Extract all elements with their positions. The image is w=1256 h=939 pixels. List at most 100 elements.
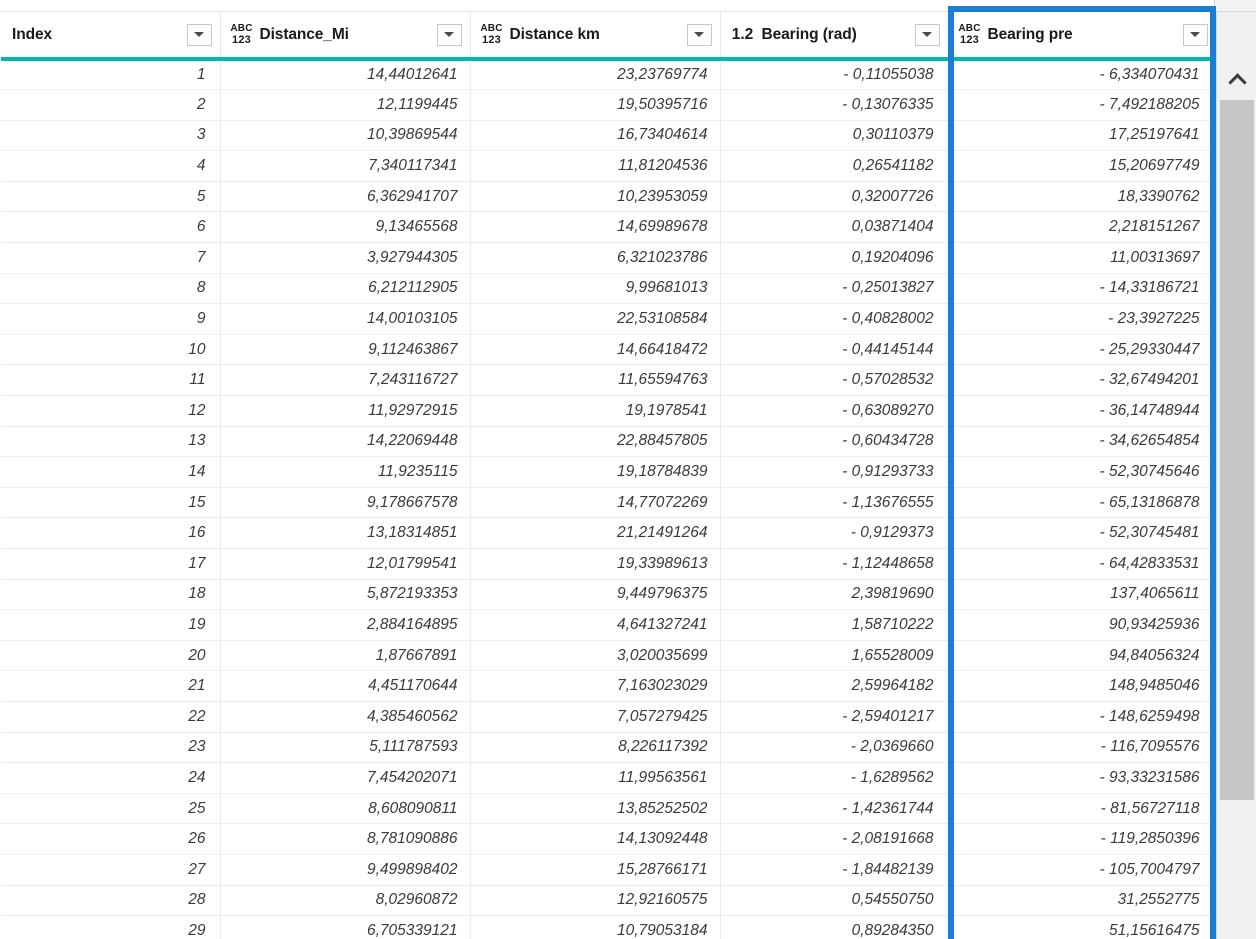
cell-distance_km[interactable]: 21,21491264 xyxy=(470,517,721,549)
table-row[interactable]: 17 12,01799541 19,33989613- 1,12448658- 64… xyxy=(0,548,1216,580)
cell-bearing_rad[interactable]: - 0,91293733 xyxy=(720,456,949,488)
cell-bearing_pre[interactable]: - 52,30745646 xyxy=(948,456,1216,488)
cell-bearing_pre[interactable]: 51,15616475 xyxy=(948,915,1216,939)
cell-bearing_rad[interactable]: 0,54550750 xyxy=(720,885,949,917)
cell-distance_km[interactable]: 22,53108584 xyxy=(470,303,721,335)
cell-index[interactable]: 28 xyxy=(0,885,221,917)
cell-index[interactable]: 25 xyxy=(0,793,221,825)
cell-bearing_rad[interactable]: - 0,40828002 xyxy=(720,303,949,335)
table-row[interactable]: 20 1,87667891 3,020035699 1,65528009 94,8405… xyxy=(0,640,1216,672)
cell-distance_mi[interactable]: 10,39869544 xyxy=(220,120,471,152)
cell-bearing_rad[interactable]: 1,65528009 xyxy=(720,640,949,672)
cell-bearing_rad[interactable]: - 0,63089270 xyxy=(720,395,949,427)
table-row[interactable]: 23 5,111787593 8,226117392- 2,0369660- 116… xyxy=(0,732,1216,764)
cell-bearing_rad[interactable]: - 0,60434728 xyxy=(720,426,949,458)
cell-distance_mi[interactable]: 13,18314851 xyxy=(220,517,471,549)
cell-distance_mi[interactable]: 3,927944305 xyxy=(220,242,471,274)
cell-index[interactable]: 11 xyxy=(0,364,221,397)
cell-distance_mi[interactable]: 9,112463867 xyxy=(220,334,471,366)
cell-bearing_pre[interactable]: - 14,33186721 xyxy=(948,273,1216,305)
table-row[interactable]: 9 14,00103105 22,53108584- 0,40828002- 23,… xyxy=(0,303,1216,335)
cell-distance_mi[interactable]: 5,111787593 xyxy=(220,732,471,764)
cell-bearing_pre[interactable]: - 81,56727118 xyxy=(948,793,1216,825)
cell-bearing_pre[interactable]: 18,3390762 xyxy=(948,181,1216,213)
cell-bearing_rad[interactable]: - 0,25013827 xyxy=(720,273,949,305)
cell-index[interactable]: 29 xyxy=(0,915,221,939)
cell-index[interactable]: 27 xyxy=(0,854,221,886)
cell-distance_mi[interactable]: 12,01799541 xyxy=(220,548,471,580)
cell-distance_km[interactable]: 7,057279425 xyxy=(470,701,721,733)
column-header-index[interactable]: Index xyxy=(0,12,221,61)
cell-bearing_pre[interactable]: 31,2552775 xyxy=(948,885,1216,917)
table-row[interactable]: 27 9,499898402 15,28766171- 1,84482139- 10… xyxy=(0,854,1216,886)
table-row[interactable]: 5 6,362941707 10,23953059 0,32007726 18,3390… xyxy=(0,181,1216,213)
cell-bearing_pre[interactable]: - 105,7004797 xyxy=(948,854,1216,886)
cell-distance_mi[interactable]: 4,451170644 xyxy=(220,670,471,702)
cell-distance_mi[interactable]: 11,92972915 xyxy=(220,395,471,427)
scroll-up-button[interactable] xyxy=(1217,60,1256,100)
cell-index[interactable]: 5 xyxy=(0,181,221,213)
cell-distance_mi[interactable]: 9,178667578 xyxy=(220,487,471,519)
filter-dropdown-button-bearing_rad[interactable] xyxy=(914,23,940,46)
cell-distance_km[interactable]: 19,33989613 xyxy=(470,548,721,580)
cell-bearing_pre[interactable]: - 6,334070431 xyxy=(948,59,1216,91)
cell-distance_mi[interactable]: 1,87667891 xyxy=(220,640,471,672)
cell-bearing_pre[interactable]: 137,4065611 xyxy=(948,579,1216,611)
cell-index[interactable]: 23 xyxy=(0,732,221,764)
cell-index[interactable]: 7 xyxy=(0,242,221,274)
cell-index[interactable]: 21 xyxy=(0,670,221,702)
cell-bearing_pre[interactable]: - 148,6259498 xyxy=(948,701,1216,733)
table-row[interactable]: 14 11,9235115 19,18784839- 0,91293733- 52,… xyxy=(0,456,1216,488)
cell-distance_km[interactable]: 14,69989678 xyxy=(470,211,721,244)
cell-bearing_pre[interactable]: 90,93425936 xyxy=(948,609,1216,641)
cell-index[interactable]: 1 xyxy=(0,59,221,91)
cell-index[interactable]: 4 xyxy=(0,150,221,182)
cell-distance_km[interactable]: 14,66418472 xyxy=(470,334,721,366)
vertical-scrollbar[interactable] xyxy=(1216,12,1256,939)
cell-distance_km[interactable]: 7,163023029 xyxy=(470,670,721,702)
cell-bearing_rad[interactable]: 2,39819690 xyxy=(720,579,949,611)
cell-index[interactable]: 2 xyxy=(0,89,221,121)
cell-distance_km[interactable]: 9,99681013 xyxy=(470,273,721,305)
cell-index[interactable]: 17 xyxy=(0,548,221,580)
cell-bearing_pre[interactable]: - 32,67494201 xyxy=(948,364,1216,397)
cell-distance_km[interactable]: 11,65594763 xyxy=(470,364,721,397)
cell-index[interactable]: 24 xyxy=(0,762,221,794)
cell-bearing_pre[interactable]: 17,25197641 xyxy=(948,120,1216,152)
column-header-bearing_pre[interactable]: ABC 123 Bearing pre xyxy=(948,12,1216,61)
cell-bearing_pre[interactable]: - 116,7095576 xyxy=(948,732,1216,764)
table-row[interactable]: 26 8,781090886 14,13092448- 2,08191668- 11… xyxy=(0,823,1216,855)
cell-distance_km[interactable]: 22,88457805 xyxy=(470,426,721,458)
cell-bearing_rad[interactable]: - 0,11055038 xyxy=(720,59,949,91)
cell-bearing_rad[interactable]: 1,58710222 xyxy=(720,609,949,641)
cell-index[interactable]: 9 xyxy=(0,303,221,335)
table-row[interactable]: 7 3,927944305 6,321023786 0,19204096 11,0031… xyxy=(0,242,1216,274)
cell-distance_mi[interactable]: 6,705339121 xyxy=(220,915,471,939)
cell-distance_km[interactable]: 4,641327241 xyxy=(470,609,721,641)
cell-distance_mi[interactable]: 12,1199445 xyxy=(220,89,471,121)
table-row[interactable]: 18 5,872193353 9,449796375 2,39819690 137,40… xyxy=(0,579,1216,611)
cell-index[interactable]: 18 xyxy=(0,579,221,611)
cell-bearing_rad[interactable]: 0,19204096 xyxy=(720,242,949,274)
cell-distance_km[interactable]: 6,321023786 xyxy=(470,242,721,274)
cell-bearing_pre[interactable]: - 25,29330447 xyxy=(948,334,1216,366)
cell-index[interactable]: 22 xyxy=(0,701,221,733)
cell-bearing_rad[interactable]: - 0,9129373 xyxy=(720,517,949,549)
cell-bearing_pre[interactable]: - 93,33231586 xyxy=(948,762,1216,794)
table-row[interactable]: 1 14,44012641 23,23769774- 0,11055038- 6,3… xyxy=(0,59,1216,91)
cell-distance_mi[interactable]: 7,340117341 xyxy=(220,150,471,182)
table-row[interactable]: 12 11,92972915 19,1978541- 0,63089270- 36,… xyxy=(0,395,1216,427)
table-row[interactable]: 24 7,454202071 11,99563561- 1,6289562- 93,… xyxy=(0,762,1216,794)
cell-bearing_pre[interactable]: 2,218151267 xyxy=(948,211,1216,244)
cell-distance_km[interactable]: 19,18784839 xyxy=(470,456,721,488)
cell-distance_km[interactable]: 19,50395716 xyxy=(470,89,721,121)
cell-distance_mi[interactable]: 2,884164895 xyxy=(220,609,471,641)
table-row[interactable]: 11 7,243116727 11,65594763- 0,57028532- 32… xyxy=(0,364,1216,397)
cell-distance_km[interactable]: 10,79053184 xyxy=(470,915,721,939)
table-row[interactable]: 4 7,340117341 11,81204536 0,26541182 15,2069… xyxy=(0,150,1216,182)
cell-index[interactable]: 6 xyxy=(0,211,221,244)
cell-bearing_rad[interactable]: - 2,0369660 xyxy=(720,732,949,764)
cell-bearing_rad[interactable]: - 1,42361744 xyxy=(720,793,949,825)
cell-distance_mi[interactable]: 14,22069448 xyxy=(220,426,471,458)
cell-bearing_rad[interactable]: - 1,13676555 xyxy=(720,487,949,519)
